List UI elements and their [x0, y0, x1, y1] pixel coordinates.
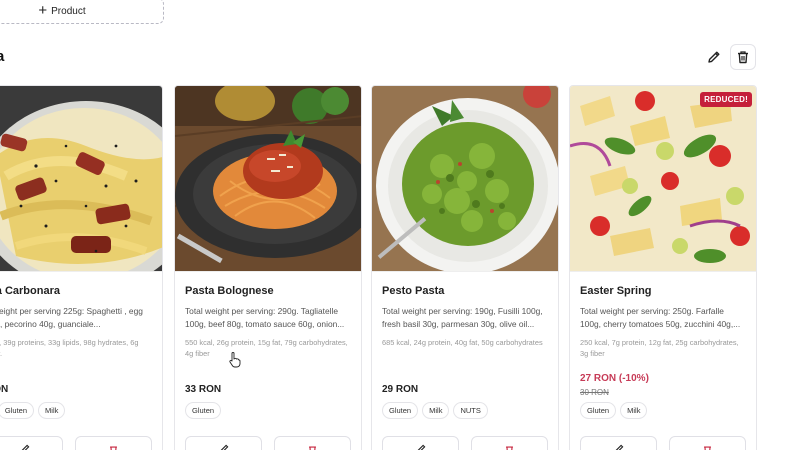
- pencil-icon: [708, 51, 720, 63]
- product-image: [372, 86, 558, 272]
- add-product-label: Product: [51, 5, 86, 17]
- allergen-tag: Gluten: [185, 402, 222, 419]
- trash-icon: [110, 446, 117, 450]
- section-title: ta: [0, 48, 5, 65]
- pencil-icon: [220, 444, 228, 450]
- reduced-badge: REDUCED!: [700, 92, 752, 107]
- trash-icon: [704, 446, 711, 450]
- product-nutrition: 685 kcal, 24g protein, 40g fat, 50g carb…: [382, 338, 543, 347]
- allergen-tag: NUTS: [453, 402, 488, 419]
- delete-product-button[interactable]: [274, 436, 351, 450]
- allergen-tag: Milk: [620, 402, 648, 419]
- allergen-tag: Milk: [422, 402, 450, 419]
- trash-icon: [738, 51, 748, 64]
- allergen-tag: Gluten: [0, 402, 35, 419]
- product-card[interactable]: sta Carbonara o weight per serving 225g:…: [0, 85, 163, 450]
- product-price: 27 RON (-10%): [580, 373, 649, 384]
- product-old-price: 30 RON: [580, 388, 609, 397]
- product-name: sta Carbonara: [0, 285, 60, 297]
- edit-product-button[interactable]: [580, 436, 657, 450]
- trash-icon: [309, 446, 316, 450]
- hand-cursor-icon: [229, 352, 241, 368]
- product-price: 33 RON: [185, 384, 222, 395]
- plus-icon: +: [38, 2, 48, 19]
- allergen-tag: Gluten: [580, 402, 617, 419]
- delete-section-button[interactable]: [730, 44, 756, 70]
- product-name: Easter Spring: [580, 285, 652, 297]
- product-nutrition: kcal, 39g proteins, 33g lipids, 98g hydr…: [0, 338, 139, 358]
- product-card[interactable]: Pasta Bolognese Total weight per serving…: [174, 85, 362, 450]
- product-nutrition: 250 kcal, 7g protein, 12g fat, 25g carbo…: [580, 338, 739, 358]
- product-description: o weight per serving 225g: Spaghetti , e…: [0, 306, 143, 329]
- pencil-icon: [417, 444, 425, 450]
- edit-product-button[interactable]: [0, 436, 63, 450]
- product-image: [175, 86, 361, 272]
- add-product-button[interactable]: + Product: [0, 0, 164, 24]
- product-name: Pasta Bolognese: [185, 285, 274, 297]
- product-card[interactable]: Pesto Pasta Total weight per serving: 19…: [371, 85, 559, 450]
- product-price: 29 RON: [382, 384, 419, 395]
- product-description: Total weight per serving: 250g. Farfalle…: [580, 306, 741, 329]
- edit-section-button[interactable]: [701, 44, 727, 70]
- product-card[interactable]: REDUCED! Easter Spring Total weight per …: [569, 85, 757, 450]
- product-price: RON: [0, 384, 9, 395]
- delete-product-button[interactable]: [471, 436, 548, 450]
- product-image: [0, 86, 162, 272]
- trash-icon: [506, 446, 513, 450]
- product-description: Total weight per serving: 190g, Fusilli …: [382, 306, 543, 329]
- product-name: Pesto Pasta: [382, 285, 445, 297]
- delete-product-button[interactable]: [75, 436, 152, 450]
- product-description: Total weight per serving: 290g. Tagliate…: [185, 306, 345, 329]
- allergen-tag: Milk: [38, 402, 66, 419]
- product-nutrition: 550 kcal, 26g protein, 15g fat, 79g carb…: [185, 338, 348, 358]
- pencil-icon: [615, 444, 623, 450]
- pencil-icon: [21, 444, 29, 450]
- edit-product-button[interactable]: [185, 436, 262, 450]
- edit-product-button[interactable]: [382, 436, 459, 450]
- delete-product-button[interactable]: [669, 436, 746, 450]
- product-image: REDUCED!: [570, 86, 756, 272]
- allergen-tag: Gluten: [382, 402, 419, 419]
